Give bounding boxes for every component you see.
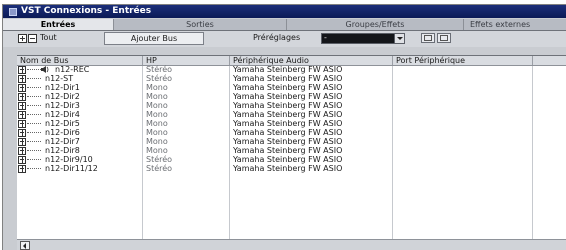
expand-icon[interactable] bbox=[18, 93, 26, 101]
table-row[interactable]: n12-Dir11/12 Stéréo Yamaha Steinberg FW … bbox=[17, 164, 566, 173]
bus-audio-device[interactable]: Yamaha Steinberg FW ASIO bbox=[233, 83, 342, 92]
add-bus-button[interactable]: Ajouter Bus bbox=[104, 32, 204, 45]
speaker-icon bbox=[41, 66, 49, 73]
bus-hp[interactable]: Mono bbox=[146, 146, 168, 155]
column-header-device-port[interactable]: Port Périphérique bbox=[393, 56, 533, 65]
expand-icon[interactable] bbox=[18, 120, 26, 128]
expand-icon[interactable] bbox=[18, 84, 26, 92]
presets-label: Préréglages bbox=[253, 33, 301, 42]
store-preset-icon[interactable] bbox=[421, 33, 435, 43]
chevron-down-icon[interactable] bbox=[394, 34, 404, 43]
table-row[interactable]: n12-Dir7 Mono Yamaha Steinberg FW ASIO bbox=[17, 137, 566, 146]
expand-all-icon[interactable] bbox=[18, 34, 27, 43]
table-row[interactable]: n12-Dir5 Mono Yamaha Steinberg FW ASIO bbox=[17, 119, 566, 128]
bus-audio-device[interactable]: Yamaha Steinberg FW ASIO bbox=[233, 164, 342, 173]
bus-hp[interactable]: Mono bbox=[146, 119, 168, 128]
table-row[interactable]: n12-Dir6 Mono Yamaha Steinberg FW ASIO bbox=[17, 128, 566, 137]
bus-audio-device[interactable]: Yamaha Steinberg FW ASIO bbox=[233, 110, 342, 119]
bus-hp[interactable]: Mono bbox=[146, 83, 168, 92]
tab-entrees[interactable]: Entrées bbox=[3, 19, 114, 30]
bus-name: n12-Dir2 bbox=[45, 92, 80, 101]
bus-name: n12-Dir5 bbox=[45, 119, 80, 128]
table-row[interactable]: n12-Dir4 Mono Yamaha Steinberg FW ASIO bbox=[17, 110, 566, 119]
column-header-audio-device[interactable]: Périphérique Audio bbox=[230, 56, 393, 65]
bus-hp[interactable]: Mono bbox=[146, 92, 168, 101]
tab-sorties[interactable]: Sorties bbox=[114, 19, 287, 30]
bus-audio-device[interactable]: Yamaha Steinberg FW ASIO bbox=[233, 65, 342, 74]
window-title: VST Connexions - Entrées bbox=[21, 6, 152, 16]
column-header-bus-name[interactable]: Nom de Bus bbox=[17, 56, 143, 65]
collapse-all-icon[interactable] bbox=[28, 34, 37, 43]
bus-name: n12-Dir8 bbox=[45, 146, 80, 155]
presets-dropdown[interactable]: - bbox=[321, 33, 405, 44]
expand-icon[interactable] bbox=[18, 66, 26, 74]
bus-audio-device[interactable]: Yamaha Steinberg FW ASIO bbox=[233, 74, 342, 83]
bus-hp[interactable]: Stéréo bbox=[146, 155, 172, 164]
tout-label: Tout bbox=[40, 33, 57, 42]
expand-icon[interactable] bbox=[18, 129, 26, 137]
bus-audio-device[interactable]: Yamaha Steinberg FW ASIO bbox=[233, 101, 342, 110]
presets-value: - bbox=[324, 33, 327, 42]
column-header-hp[interactable]: HP bbox=[143, 56, 230, 65]
table-row[interactable]: n12-Dir2 Mono Yamaha Steinberg FW ASIO bbox=[17, 92, 566, 101]
bus-name: n12-Dir6 bbox=[45, 128, 80, 137]
bus-name: n12-Dir3 bbox=[45, 101, 80, 110]
bus-audio-device[interactable]: Yamaha Steinberg FW ASIO bbox=[233, 92, 342, 101]
table-row[interactable]: n12-REC Stéréo Yamaha Steinberg FW ASIO bbox=[17, 65, 566, 74]
bus-hp[interactable]: Stéréo bbox=[146, 65, 172, 74]
bus-name: n12-ST bbox=[45, 74, 74, 83]
expand-icon[interactable] bbox=[18, 156, 26, 164]
bus-name: n12-REC bbox=[55, 65, 90, 74]
bus-name: n12-Dir7 bbox=[45, 137, 80, 146]
toolbar: Tout Ajouter Bus Préréglages - bbox=[3, 31, 566, 47]
expand-icon[interactable] bbox=[18, 165, 26, 173]
bus-audio-device[interactable]: Yamaha Steinberg FW ASIO bbox=[233, 155, 342, 164]
vst-connections-window: VST Connexions - Entrées Entrées Sorties… bbox=[2, 4, 566, 250]
close-icon[interactable] bbox=[9, 8, 17, 16]
table-row[interactable]: n12-ST Stéréo Yamaha Steinberg FW ASIO bbox=[17, 74, 566, 83]
bus-name: n12-Dir4 bbox=[45, 110, 80, 119]
bus-hp[interactable]: Mono bbox=[146, 110, 168, 119]
expand-icon[interactable] bbox=[18, 138, 26, 146]
expand-icon[interactable] bbox=[18, 147, 26, 155]
expand-icon[interactable] bbox=[18, 75, 26, 83]
bus-audio-device[interactable]: Yamaha Steinberg FW ASIO bbox=[233, 137, 342, 146]
tab-bar: Entrées Sorties Groupes/Effets Effets ex… bbox=[3, 19, 566, 31]
bus-hp[interactable]: Stéréo bbox=[146, 74, 172, 83]
bus-hp[interactable]: Stéréo bbox=[146, 164, 172, 173]
bus-table: Nom de Bus HP Périphérique Audio Port Pé… bbox=[17, 55, 566, 241]
bus-hp[interactable]: Mono bbox=[146, 101, 168, 110]
bus-audio-device[interactable]: Yamaha Steinberg FW ASIO bbox=[233, 119, 342, 128]
bus-hp[interactable]: Mono bbox=[146, 128, 168, 137]
tab-effets-externes[interactable]: Effets externes bbox=[464, 19, 566, 30]
bus-name: n12-Dir11/12 bbox=[45, 164, 98, 173]
expand-icon[interactable] bbox=[18, 102, 26, 110]
table-row[interactable]: n12-Dir3 Mono Yamaha Steinberg FW ASIO bbox=[17, 101, 566, 110]
bus-hp[interactable]: Mono bbox=[146, 137, 168, 146]
bus-audio-device[interactable]: Yamaha Steinberg FW ASIO bbox=[233, 146, 342, 155]
tab-groupes-effets[interactable]: Groupes/Effets bbox=[287, 19, 464, 30]
title-bar[interactable]: VST Connexions - Entrées bbox=[3, 5, 566, 18]
bus-name: n12-Dir1 bbox=[45, 83, 80, 92]
expand-icon[interactable] bbox=[18, 111, 26, 119]
horizontal-scrollbar[interactable] bbox=[17, 239, 566, 250]
table-row[interactable]: n12-Dir9/10 Stéréo Yamaha Steinberg FW A… bbox=[17, 155, 566, 164]
table-row[interactable]: n12-Dir1 Mono Yamaha Steinberg FW ASIO bbox=[17, 83, 566, 92]
table-row[interactable]: n12-Dir8 Mono Yamaha Steinberg FW ASIO bbox=[17, 146, 566, 155]
bus-audio-device[interactable]: Yamaha Steinberg FW ASIO bbox=[233, 128, 342, 137]
remove-preset-icon[interactable] bbox=[437, 33, 451, 43]
bus-name: n12-Dir9/10 bbox=[45, 155, 93, 164]
